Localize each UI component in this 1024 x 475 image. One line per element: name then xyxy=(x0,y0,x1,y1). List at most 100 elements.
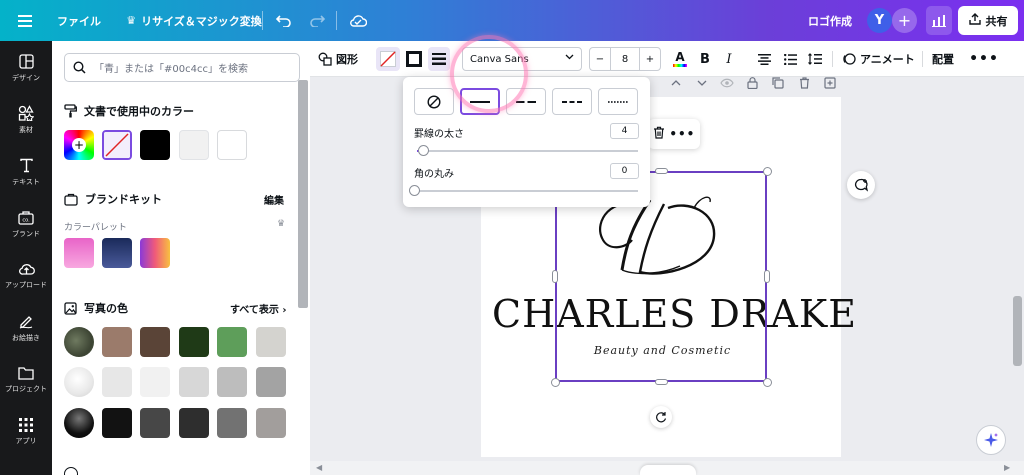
sidebar-item-design[interactable]: デザイン xyxy=(0,43,52,93)
sidebar-item-projects[interactable]: プロジェクト xyxy=(0,355,52,405)
swatch-photo-3[interactable] xyxy=(179,327,209,357)
lock-icon[interactable] xyxy=(744,74,760,92)
pages-toggle-button[interactable] xyxy=(640,465,696,475)
add-page-icon[interactable] xyxy=(822,74,838,92)
add-comment-icon[interactable] xyxy=(847,171,875,199)
swatch-brand-navy[interactable] xyxy=(102,238,132,268)
sidebar-item-draw[interactable]: お絵描き xyxy=(0,303,52,353)
magic-assistant-button[interactable] xyxy=(976,425,1006,455)
list-icon[interactable] xyxy=(780,41,800,77)
bold-icon[interactable]: B xyxy=(696,41,714,77)
border-none-button[interactable] xyxy=(414,88,454,115)
photo-thumbnail-2[interactable] xyxy=(64,367,94,397)
sidebar-item-upload[interactable]: アップロード xyxy=(0,251,52,301)
text-color-icon: A xyxy=(675,50,685,64)
swatch-photo-1[interactable] xyxy=(102,327,132,357)
border-short-dash-button[interactable] xyxy=(552,88,592,115)
swatch-photo-4[interactable] xyxy=(217,327,247,357)
swatch-photo-5[interactable] xyxy=(256,327,286,357)
show-all-link[interactable]: すべて表示 › xyxy=(230,301,287,316)
trash-icon[interactable] xyxy=(653,126,665,142)
logo-design-title[interactable]: ロゴ作成 xyxy=(800,0,860,41)
swatch-transparent[interactable] xyxy=(102,130,132,160)
panel-scrollbar[interactable] xyxy=(298,80,308,308)
font-size-decrease-button[interactable]: − xyxy=(589,47,611,71)
duplicate-page-icon[interactable] xyxy=(770,74,786,92)
more-options-icon[interactable]: ••• xyxy=(969,41,998,77)
delete-page-icon[interactable] xyxy=(796,74,812,92)
text-color-button[interactable]: A xyxy=(670,41,690,77)
rotate-icon[interactable] xyxy=(650,406,672,428)
spacing-icon[interactable] xyxy=(804,41,826,77)
resize-handle[interactable] xyxy=(655,379,668,385)
swatch-photo-10[interactable] xyxy=(256,367,286,397)
swatch-photo-11[interactable] xyxy=(102,408,132,438)
align-center-icon[interactable] xyxy=(754,41,774,77)
swatch-photo-13[interactable] xyxy=(179,408,209,438)
brand-kit-edit-link[interactable]: 編集 xyxy=(264,192,284,207)
add-color-button[interactable]: + xyxy=(64,130,94,160)
share-button[interactable]: 共有 xyxy=(958,6,1018,35)
chevron-down-icon[interactable] xyxy=(694,74,710,92)
fill-color-button[interactable] xyxy=(376,47,400,71)
sidebar-item-brand[interactable]: co. ブランド xyxy=(0,199,52,249)
swatch-photo-6[interactable] xyxy=(102,367,132,397)
corner-radius-input[interactable]: 0 xyxy=(610,163,639,179)
corner-radius-slider[interactable] xyxy=(417,190,638,192)
scroll-left-icon[interactable]: ◀ xyxy=(316,463,322,472)
border-color-button[interactable] xyxy=(402,41,426,77)
swatch-photo-9[interactable] xyxy=(217,367,247,397)
sidebar-item-text[interactable]: テキスト xyxy=(0,147,52,197)
swatch-doc-color-3[interactable] xyxy=(217,130,247,160)
scroll-right-icon[interactable]: ▶ xyxy=(1004,463,1010,472)
sidebar-item-elements[interactable]: 素材 xyxy=(0,95,52,145)
resize-handle[interactable] xyxy=(763,378,772,387)
swatch-doc-color-1[interactable] xyxy=(140,130,170,160)
resize-handle[interactable] xyxy=(764,270,770,283)
cloud-save-icon[interactable] xyxy=(344,0,372,41)
swatch-photo-8[interactable] xyxy=(179,367,209,397)
chevron-up-icon[interactable] xyxy=(668,74,684,92)
animate-button[interactable]: アニメート xyxy=(842,41,915,77)
file-menu-button[interactable]: ファイル xyxy=(54,0,104,41)
swatch-photo-7[interactable] xyxy=(140,367,170,397)
border-thickness-input[interactable]: 4 xyxy=(610,123,639,139)
undo-icon[interactable] xyxy=(270,0,296,41)
redo-icon[interactable] xyxy=(304,0,330,41)
resize-handle[interactable] xyxy=(552,270,558,283)
border-thickness-slider[interactable] xyxy=(417,150,638,152)
swatch-photo-2[interactable] xyxy=(140,327,170,357)
avatar[interactable]: Y xyxy=(867,8,892,33)
position-button[interactable]: 配置 xyxy=(932,41,954,77)
add-member-button[interactable]: + xyxy=(892,8,917,33)
swatch-brand-gradient[interactable] xyxy=(140,238,170,268)
swatch-photo-12[interactable] xyxy=(140,408,170,438)
border-style-button[interactable] xyxy=(428,47,450,71)
border-thickness-label: 罫線の太さ xyxy=(414,129,464,140)
hide-page-icon[interactable] xyxy=(718,74,736,92)
resize-handle[interactable] xyxy=(763,167,772,176)
sidebar-item-apps[interactable]: アプリ xyxy=(0,407,52,457)
slider-knob[interactable] xyxy=(418,145,429,156)
swatch-photo-14[interactable] xyxy=(217,408,247,438)
font-size-increase-button[interactable]: + xyxy=(639,47,661,71)
border-dotted-button[interactable] xyxy=(598,88,638,115)
resize-handle[interactable] xyxy=(551,378,560,387)
upload-icon xyxy=(18,264,35,275)
swatch-brand-pink[interactable] xyxy=(64,238,94,268)
canvas-scrollbar[interactable] xyxy=(1013,296,1022,366)
menu-icon[interactable] xyxy=(10,0,40,41)
font-size-input[interactable]: 8 xyxy=(610,47,640,71)
shape-button[interactable]: 図形 xyxy=(318,41,358,77)
swatch-doc-color-2[interactable] xyxy=(179,130,209,160)
resize-button[interactable]: ♛ リサイズ＆マジック変換 xyxy=(114,0,274,41)
analytics-icon[interactable] xyxy=(926,6,952,35)
slider-knob[interactable] xyxy=(409,185,420,196)
italic-icon[interactable]: I xyxy=(720,41,738,77)
photo-thumbnail-3[interactable] xyxy=(64,408,94,438)
resize-handle[interactable] xyxy=(655,168,668,174)
more-options-icon[interactable]: ••• xyxy=(669,127,695,141)
photo-thumbnail-1[interactable] xyxy=(64,327,94,357)
swatch-photo-15[interactable] xyxy=(256,408,286,438)
color-search-input[interactable]: 「青」または「#00c4cc」を検索 xyxy=(64,53,300,82)
